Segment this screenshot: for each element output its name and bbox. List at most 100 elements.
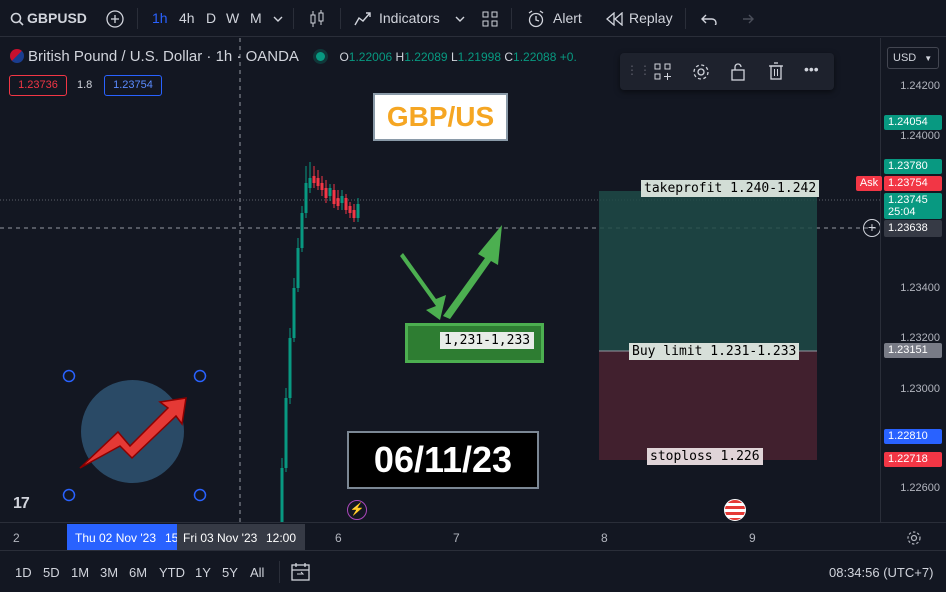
takeprofit-zone: [599, 191, 817, 351]
candle-body: [352, 210, 356, 218]
sell-price-button[interactable]: 1.23736: [9, 75, 67, 96]
crosshair-time-label: Fri 03 Nov '23: [183, 531, 258, 545]
object-tree-icon[interactable]: [654, 63, 672, 81]
time-tick-date: Thu 02 Nov '23: [75, 531, 157, 545]
candle-body: [280, 468, 284, 522]
crosshair-add-icon[interactable]: +: [863, 219, 881, 237]
range-1d[interactable]: 1D: [15, 565, 32, 580]
takeprofit-label[interactable]: takeprofit 1.240-1.242: [641, 180, 820, 197]
candle-body: [308, 178, 312, 188]
interval-d[interactable]: D: [206, 0, 216, 37]
buylimit-label[interactable]: Buy limit 1.231-1.233: [629, 343, 800, 360]
price-tick: 1.22600: [900, 482, 940, 494]
range-ytd[interactable]: YTD: [159, 565, 185, 580]
compare-add-icon[interactable]: [106, 0, 124, 37]
bottom-toolbar: 1D 5D 1M 3M 6M YTD 1Y 5Y All 08:34:56 (U…: [0, 550, 946, 592]
price-tick: 1.23000: [900, 383, 940, 395]
candle-body: [284, 398, 288, 468]
symbol-search-icon[interactable]: [10, 0, 24, 37]
candle-body: [324, 188, 328, 198]
buy-price-button[interactable]: 1.23754: [104, 75, 162, 96]
redo-icon[interactable]: [738, 0, 754, 37]
candle-body: [296, 248, 300, 288]
interval-m[interactable]: M: [250, 0, 262, 37]
chart-pane[interactable]: British Pound / U.S. Dollar · 1h · OANDA…: [0, 38, 881, 522]
settings-gear-icon[interactable]: [692, 63, 710, 81]
indicators-chevron-icon[interactable]: [455, 0, 465, 37]
time-tick: 8: [601, 531, 608, 545]
range-5d[interactable]: 5D: [43, 565, 60, 580]
interval-w[interactable]: W: [226, 0, 239, 37]
candle-body: [292, 288, 296, 338]
lock-icon[interactable]: [730, 62, 746, 81]
drawing-floating-toolbar: ⋮⋮ •••: [620, 53, 834, 90]
interval-1h[interactable]: 1h: [152, 0, 168, 37]
spread-value: 1.8: [77, 79, 93, 91]
time-tick: 6: [335, 531, 342, 545]
tradingview-logo-icon[interactable]: 17: [13, 495, 30, 513]
time-tick: 7: [453, 531, 460, 545]
candle-body: [288, 338, 292, 398]
candle-body: [316, 178, 320, 186]
time-tick: 12:00: [266, 531, 297, 545]
time-tick: 2: [13, 531, 20, 545]
range-1m[interactable]: 1M: [71, 565, 89, 580]
replay-button[interactable]: Replay: [629, 0, 673, 37]
legend-ohlc: O1.22006 H1.22089 L1.21998 C1.22088 +0.: [339, 50, 577, 64]
chart-legend: British Pound / U.S. Dollar · 1h · OANDA…: [10, 48, 577, 65]
replay-icon[interactable]: [606, 0, 624, 37]
range-6m[interactable]: 6M: [129, 565, 147, 580]
templates-grid-icon[interactable]: [482, 0, 498, 37]
candle-body: [336, 198, 340, 206]
date-range-calendar-icon[interactable]: [291, 562, 310, 581]
crosshair-price-badge: 1.23638: [884, 220, 942, 237]
legend-title: British Pound / U.S. Dollar · 1h · OANDA: [28, 48, 299, 65]
more-options-icon[interactable]: •••: [804, 61, 819, 77]
price-tick: 1.24000: [900, 130, 940, 142]
entry-zone-box[interactable]: 1,231-1,233: [405, 323, 544, 363]
price-tick: 1.24200: [900, 80, 940, 92]
time-tick: 9: [749, 531, 756, 545]
candle-body: [328, 188, 332, 196]
stoploss-zone: [599, 351, 817, 460]
gb-us-flag-icon: [10, 49, 24, 63]
time-axis[interactable]: 2 Thu 02 Nov '23 15 Fri 03 Nov '23 12:00…: [0, 522, 946, 550]
selection-handles[interactable]: [60, 368, 210, 504]
range-3m[interactable]: 3M: [100, 565, 118, 580]
ask-tag: Ask: [856, 176, 882, 191]
top-toolbar: GBPUSD 1h 4h D W M Indicators Alert Repl…: [0, 0, 946, 37]
candle-body: [320, 183, 324, 190]
date-annotation[interactable]: 06/11/23: [347, 431, 539, 489]
candle-body: [300, 213, 304, 248]
alert-button[interactable]: Alert: [553, 0, 582, 37]
range-all[interactable]: All: [250, 565, 264, 580]
range-1y[interactable]: 1Y: [195, 565, 211, 580]
price-axis[interactable]: USD ▼ 1.24200 1.24000 1.23400 1.23200 1.2…: [856, 38, 946, 522]
title-annotation[interactable]: GBP/US: [373, 93, 508, 141]
undo-icon[interactable]: [701, 0, 717, 37]
symbol-name[interactable]: GBPUSD: [27, 0, 87, 37]
ask-price-badge: 1.23754: [884, 176, 942, 191]
price-badge: 1.22718: [884, 452, 942, 467]
market-status-dot: [316, 52, 326, 61]
alert-clock-icon[interactable]: [527, 0, 545, 37]
interval-4h[interactable]: 4h: [179, 0, 195, 37]
axis-settings-gear-icon[interactable]: [906, 530, 922, 546]
indicators-icon[interactable]: [354, 0, 372, 37]
price-badge: 1.24054: [884, 115, 942, 130]
interval-dropdown-chevron-icon[interactable]: [273, 0, 283, 37]
currency-select[interactable]: USD ▼: [887, 47, 939, 69]
earnings-lightning-icon[interactable]: ⚡: [347, 500, 367, 520]
us-flag-event-icon[interactable]: [724, 499, 746, 521]
candles-chart-type-icon[interactable]: [309, 0, 325, 37]
trash-icon[interactable]: [768, 62, 784, 81]
candle-body: [348, 206, 352, 213]
entry-zone-label: 1,231-1,233: [440, 332, 535, 349]
range-5y[interactable]: 5Y: [222, 565, 238, 580]
stoploss-label[interactable]: stoploss 1.226: [647, 448, 763, 465]
clock-timezone[interactable]: 08:34:56 (UTC+7): [829, 565, 933, 580]
drag-handle-icon[interactable]: ⋮⋮: [626, 63, 652, 77]
last-price-badge: 1.23745 25:04: [884, 193, 942, 219]
indicators-button[interactable]: Indicators: [379, 0, 440, 37]
candle-body: [356, 204, 360, 218]
